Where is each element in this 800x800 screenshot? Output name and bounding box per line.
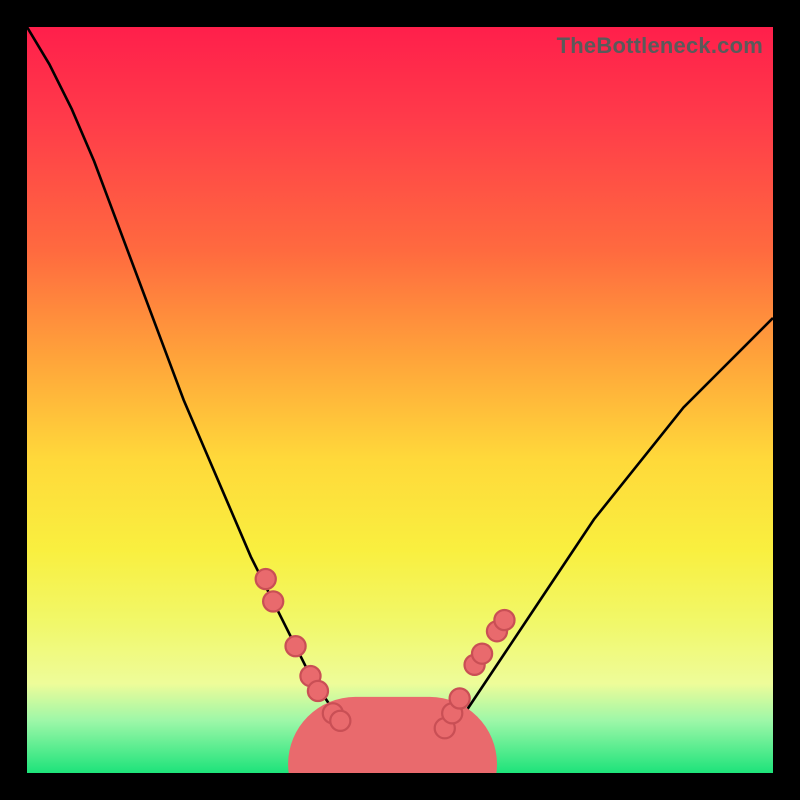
data-marker [263,591,283,611]
data-marker [285,636,305,656]
bottleneck-curve-path [27,27,773,766]
data-marker [256,569,276,589]
data-marker [494,610,514,630]
data-marker [472,644,492,664]
data-marker [308,681,328,701]
chart-svg [27,27,773,773]
chart-plot-area: TheBottleneck.com [27,27,773,773]
data-marker [450,688,470,708]
markers-left-group [256,569,351,731]
chart-frame: TheBottleneck.com [0,0,800,800]
data-marker [330,711,350,731]
